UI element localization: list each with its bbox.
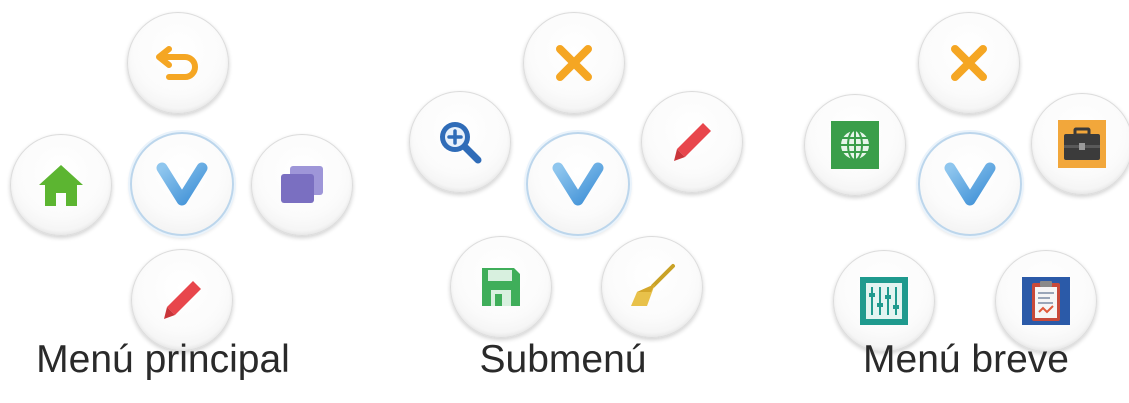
app-logo-button[interactable] — [526, 132, 630, 236]
edit-button[interactable] — [641, 91, 743, 193]
app-logo-v-icon — [944, 162, 996, 206]
clipboard-icon — [1022, 277, 1070, 325]
edit-button[interactable] — [131, 249, 233, 351]
home-button[interactable] — [10, 134, 112, 236]
zoom-in-icon — [440, 122, 482, 164]
save-icon — [482, 268, 520, 306]
back-button[interactable] — [127, 12, 229, 114]
caption-menu-breve: Menú breve — [863, 338, 1069, 381]
close-button[interactable] — [523, 12, 625, 114]
app-logo-button[interactable] — [130, 132, 234, 236]
settings-button[interactable] — [833, 250, 935, 352]
app-logo-v-icon — [552, 162, 604, 206]
app-logo-button[interactable] — [918, 132, 1022, 236]
app-logo-v-icon — [156, 162, 208, 206]
clean-button[interactable] — [601, 236, 703, 338]
pencil-icon — [164, 281, 201, 319]
close-icon — [556, 45, 592, 81]
broom-icon — [631, 264, 675, 306]
caption-submenu: Submenú — [479, 338, 647, 381]
windows-button[interactable] — [251, 134, 353, 236]
close-button[interactable] — [918, 12, 1020, 114]
briefcase-icon — [1058, 120, 1106, 168]
internet-button[interactable] — [804, 94, 906, 196]
back-icon — [156, 46, 198, 80]
globe-icon — [831, 121, 879, 169]
pencil-icon — [674, 123, 711, 161]
home-icon — [39, 165, 83, 206]
close-icon — [951, 45, 987, 81]
report-button[interactable] — [995, 250, 1097, 352]
windows-icon — [281, 166, 323, 203]
toolbox-button[interactable] — [1031, 93, 1129, 195]
equalizer-icon — [860, 277, 908, 325]
caption-menu-principal: Menú principal — [36, 338, 290, 381]
save-button[interactable] — [450, 236, 552, 338]
zoom-in-button[interactable] — [409, 91, 511, 193]
